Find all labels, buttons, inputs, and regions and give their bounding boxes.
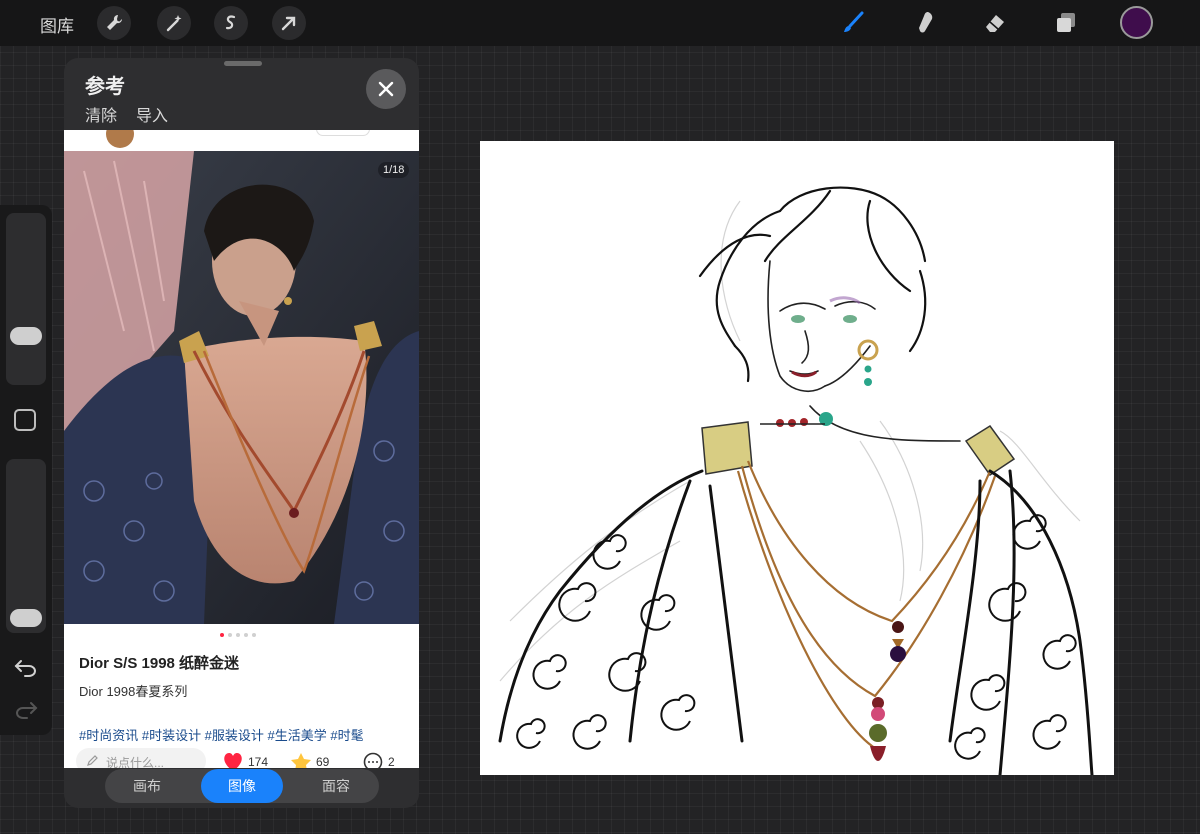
panel-grabber[interactable] xyxy=(224,61,262,66)
color-swatch[interactable] xyxy=(1120,6,1153,39)
wrench-icon[interactable] xyxy=(97,6,131,40)
import-button[interactable]: 导入 xyxy=(136,102,168,126)
like-button[interactable]: 174 xyxy=(222,752,268,768)
brush-size-knob[interactable] xyxy=(10,327,42,345)
clear-button[interactable]: 清除 xyxy=(85,102,117,126)
top-toolbar: 图库 xyxy=(0,0,1200,46)
opacity-slider[interactable] xyxy=(6,459,46,633)
left-sidebar xyxy=(0,205,52,735)
brush-icon[interactable] xyxy=(837,8,867,38)
post-action-bar: 说点什么... 174 69 2 xyxy=(64,746,419,768)
image-counter: 1/18 xyxy=(378,162,410,178)
sketch-artwork xyxy=(498,186,1094,775)
comment-button[interactable]: 2 xyxy=(362,752,395,768)
comment-icon xyxy=(363,752,383,768)
gallery-button[interactable]: 图库 xyxy=(40,12,74,37)
pencil-icon xyxy=(87,755,98,766)
favorite-count: 69 xyxy=(316,755,330,768)
reference-panel: 参考 清除 导入 1/18 Dior S/S 1998 纸醉金迷 Dior 19… xyxy=(64,58,419,808)
layers-icon[interactable] xyxy=(1051,8,1081,38)
favorite-button[interactable]: 69 xyxy=(290,752,329,768)
brush-size-slider[interactable] xyxy=(6,213,46,385)
smudge-icon[interactable] xyxy=(910,8,940,38)
magic-wand-icon[interactable] xyxy=(157,6,191,40)
reference-post: 1/18 Dior S/S 1998 纸醉金迷 Dior 1998春夏系列 #时… xyxy=(64,130,419,768)
tab-canvas[interactable]: 画布 xyxy=(106,769,188,803)
comment-input[interactable]: 说点什么... xyxy=(76,748,206,768)
post-title: Dior S/S 1998 纸醉金迷 xyxy=(79,655,240,672)
author-avatar[interactable] xyxy=(106,130,134,148)
opacity-knob[interactable] xyxy=(10,609,42,627)
eraser-icon[interactable] xyxy=(980,8,1010,38)
comment-count: 2 xyxy=(388,755,395,768)
selection-icon[interactable] xyxy=(214,6,248,40)
redo-icon[interactable] xyxy=(13,699,39,719)
post-tags[interactable]: #时尚资讯 #时装设计 #服装设计 #生活美学 #时髦 xyxy=(79,725,364,744)
post-description: Dior 1998春夏系列 xyxy=(79,684,188,699)
tab-face[interactable]: 面容 xyxy=(295,769,377,803)
transform-arrow-icon[interactable] xyxy=(272,6,306,40)
star-icon xyxy=(291,753,311,768)
comment-placeholder: 说点什么... xyxy=(106,756,165,768)
follow-button[interactable] xyxy=(316,130,370,136)
tab-image[interactable]: 图像 xyxy=(201,769,283,803)
heart-icon xyxy=(224,753,242,768)
close-icon[interactable] xyxy=(366,69,406,109)
reference-mode-tabs: 画布 图像 面容 xyxy=(105,769,379,803)
modify-button[interactable] xyxy=(14,409,36,431)
undo-icon[interactable] xyxy=(13,657,39,677)
like-count: 174 xyxy=(248,755,269,768)
drawing-canvas[interactable] xyxy=(480,141,1114,775)
carousel-dots xyxy=(220,633,256,637)
reference-photo xyxy=(64,151,419,624)
reference-title: 参考 xyxy=(85,76,125,98)
